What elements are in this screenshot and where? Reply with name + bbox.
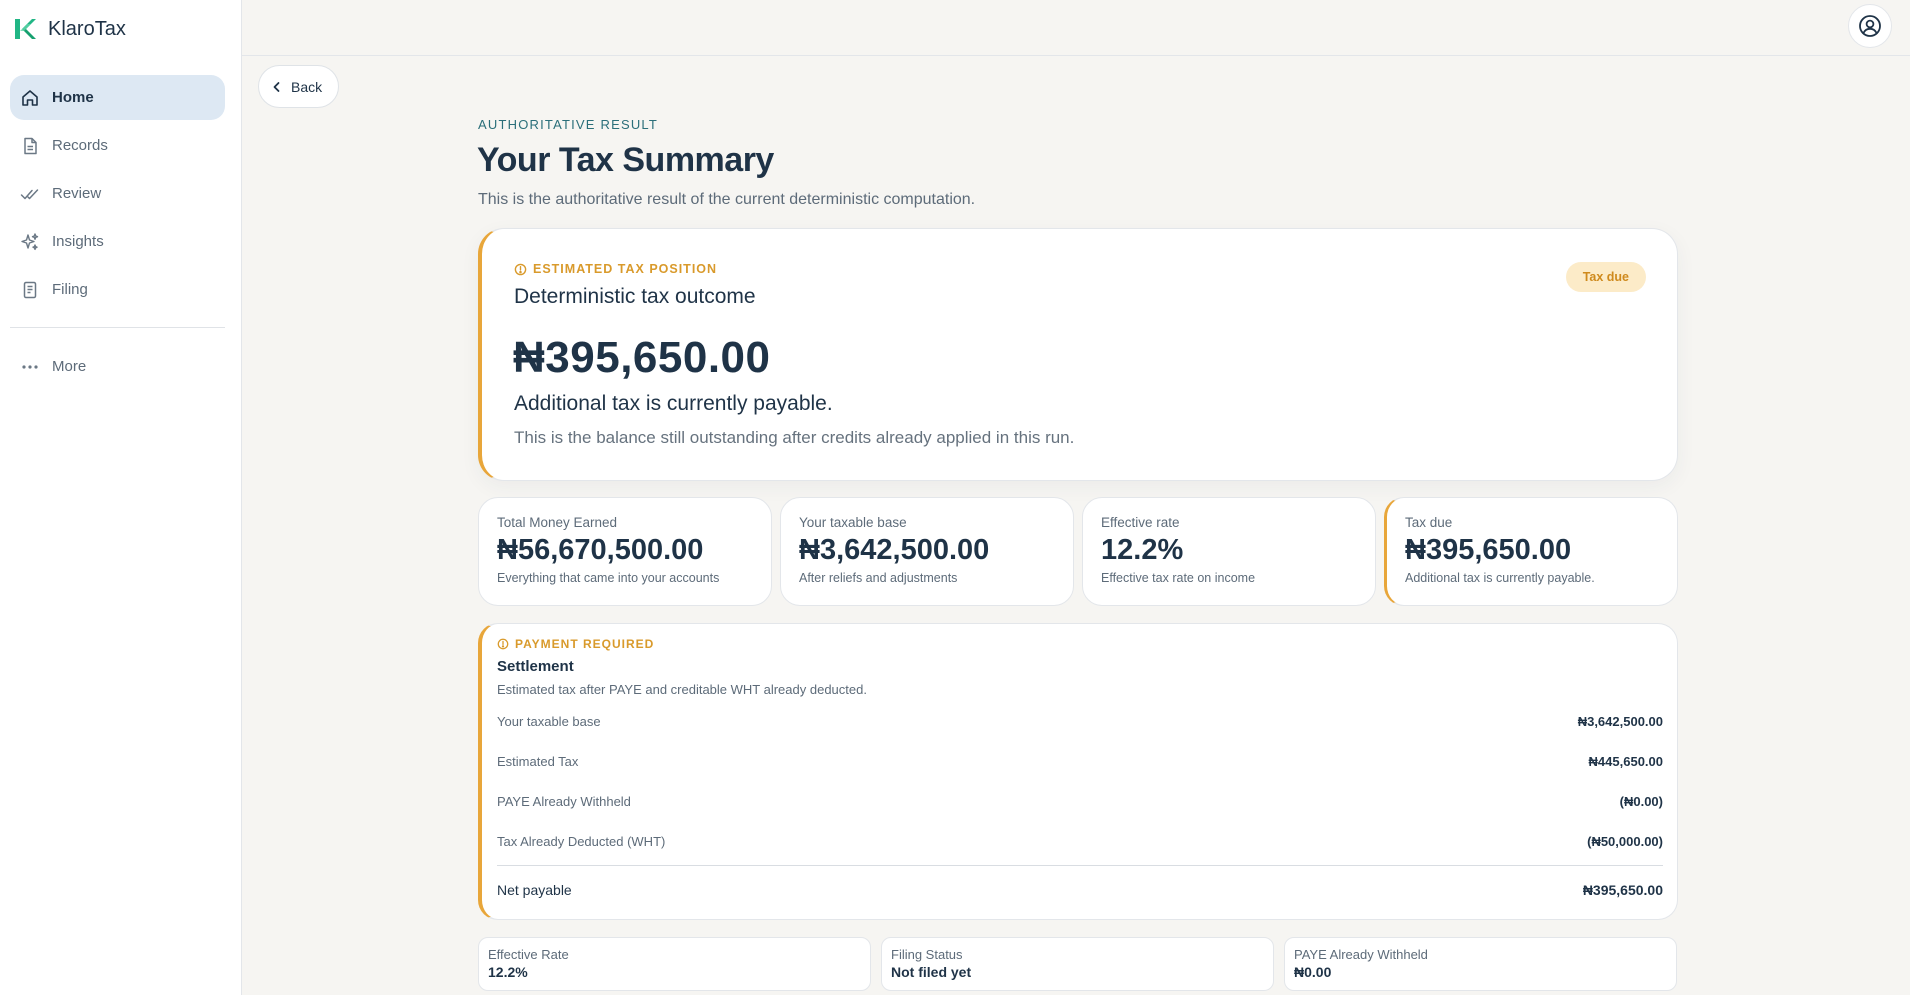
- stat-label: Your taxable base: [799, 515, 907, 530]
- settlement-line-paye: PAYE Already Withheld (₦0.00): [497, 794, 1663, 809]
- stat-label: Effective rate: [1101, 515, 1180, 530]
- chevron-left-icon: [273, 81, 280, 92]
- settlement-line-wht: Tax Already Deducted (WHT) (₦50,000.00): [497, 834, 1663, 849]
- sidebar: KlaroTax Home Records Review Insights Fi…: [0, 0, 242, 995]
- line-value: ₦3,642,500.00: [1577, 714, 1663, 729]
- settlement-label-text: PAYMENT REQUIRED: [515, 637, 655, 651]
- alert-circle-icon: [497, 638, 509, 650]
- klarotax-logo-icon: [15, 19, 36, 39]
- stat-value: ₦56,670,500.00: [497, 534, 704, 566]
- stat-card-total-earned: Total Money Earned ₦56,670,500.00 Everyt…: [478, 497, 772, 606]
- brand[interactable]: KlaroTax: [12, 16, 126, 42]
- sidebar-nav: Home Records Review Insights Filing: [10, 75, 225, 315]
- dots-icon: [22, 364, 38, 369]
- sidebar-more: More: [10, 344, 225, 392]
- line-label: Tax Already Deducted (WHT): [497, 834, 666, 849]
- summary-value: Not filed yet: [891, 964, 972, 980]
- sidebar-divider: [10, 327, 225, 328]
- summary-card-filing-status: Filing Status Not filed yet: [881, 937, 1274, 991]
- sidebar-item-filing[interactable]: Filing: [10, 267, 225, 312]
- tax-position-card: ESTIMATED TAX POSITION Deterministic tax…: [478, 228, 1678, 481]
- line-value: (₦50,000.00): [1587, 834, 1663, 849]
- summary-value: ₦0.00: [1294, 964, 1332, 980]
- settlement-net-payable: Net payable ₦395,650.00: [497, 882, 1663, 898]
- line-label: Estimated Tax: [497, 754, 579, 769]
- tax-position-label: ESTIMATED TAX POSITION: [514, 262, 717, 276]
- settlement-card: PAYMENT REQUIRED Settlement Estimated ta…: [478, 623, 1678, 920]
- settlement-label: PAYMENT REQUIRED: [497, 637, 654, 651]
- stat-label: Total Money Earned: [497, 515, 618, 530]
- sparkles-icon: [21, 232, 39, 250]
- back-button[interactable]: Back: [258, 65, 340, 108]
- sidebar-item-label: Home: [52, 89, 94, 106]
- home-icon: [22, 89, 38, 106]
- sidebar-item-label: Review: [52, 185, 102, 202]
- summary-card-effective-rate: Effective Rate 12.2%: [478, 937, 871, 991]
- summary-label: Effective Rate: [488, 947, 569, 962]
- settlement-line-estimated-tax: Estimated Tax ₦445,650.00: [497, 754, 1663, 769]
- stat-cards: Total Money Earned ₦56,670,500.00 Everyt…: [478, 497, 1678, 606]
- line-label: Your taxable base: [497, 714, 601, 729]
- summary-label: PAYE Already Withheld: [1294, 947, 1428, 962]
- summary-value: 12.2%: [488, 964, 528, 980]
- sidebar-item-more[interactable]: More: [10, 344, 225, 389]
- tax-position-headline: Additional tax is currently payable.: [514, 392, 833, 415]
- file-icon: [23, 281, 37, 298]
- brand-name: KlaroTax: [48, 17, 126, 40]
- sidebar-item-label: Filing: [52, 281, 88, 298]
- stat-description: Additional tax is currently payable.: [1405, 571, 1595, 585]
- stat-card-tax-due: Tax due ₦395,650.00 Additional tax is cu…: [1384, 497, 1678, 606]
- sidebar-item-label: Records: [52, 137, 108, 154]
- tax-position-title: Deterministic tax outcome: [514, 285, 756, 308]
- line-value: (₦0.00): [1619, 794, 1663, 809]
- stat-value: 12.2%: [1101, 534, 1184, 566]
- line-value: ₦395,650.00: [1582, 882, 1663, 898]
- stat-value: ₦3,642,500.00: [799, 534, 990, 566]
- summary-card-paye: PAYE Already Withheld ₦0.00: [1284, 937, 1677, 991]
- line-label: PAYE Already Withheld: [497, 794, 631, 809]
- stat-description: After reliefs and adjustments: [799, 571, 958, 585]
- sidebar-item-label: Insights: [52, 233, 104, 250]
- back-label: Back: [291, 78, 323, 95]
- document-icon: [24, 137, 37, 154]
- sidebar-item-label: More: [52, 358, 87, 375]
- top-bar: [242, 0, 1910, 56]
- settlement-subtitle: Estimated tax after PAYE and creditable …: [497, 682, 867, 697]
- double-check-icon: [20, 188, 39, 199]
- line-value: ₦445,650.00: [1588, 754, 1663, 769]
- stat-description: Everything that came into your accounts: [497, 571, 720, 585]
- page-subtitle: This is the authoritative result of the …: [478, 191, 976, 208]
- sidebar-item-insights[interactable]: Insights: [10, 219, 225, 264]
- tax-position-description: This is the balance still outstanding af…: [514, 428, 1075, 447]
- summary-label: Filing Status: [891, 947, 963, 962]
- stat-value: ₦395,650.00: [1405, 534, 1572, 566]
- settlement-title: Settlement: [497, 658, 574, 675]
- status-badge: Tax due: [1565, 262, 1646, 292]
- sidebar-item-records[interactable]: Records: [10, 123, 225, 168]
- account-button[interactable]: [1848, 4, 1892, 48]
- settlement-divider: [497, 865, 1663, 866]
- stat-label: Tax due: [1405, 515, 1453, 530]
- stat-description: Effective tax rate on income: [1101, 571, 1256, 585]
- sidebar-item-home[interactable]: Home: [10, 75, 225, 120]
- user-circle-icon: [1859, 15, 1881, 37]
- page-eyebrow: AUTHORITATIVE RESULT: [478, 117, 659, 132]
- tax-position-amount: ₦395,650.00: [513, 333, 771, 382]
- tax-position-label-text: ESTIMATED TAX POSITION: [533, 262, 718, 276]
- page-title: Your Tax Summary: [477, 141, 774, 179]
- sidebar-item-review[interactable]: Review: [10, 171, 225, 216]
- settlement-line-taxable-base: Your taxable base ₦3,642,500.00: [497, 714, 1663, 729]
- alert-circle-icon: [514, 263, 527, 275]
- stat-card-taxable-base: Your taxable base ₦3,642,500.00 After re…: [780, 497, 1074, 606]
- line-label: Net payable: [497, 882, 572, 898]
- stat-card-effective-rate: Effective rate 12.2% Effective tax rate …: [1082, 497, 1376, 606]
